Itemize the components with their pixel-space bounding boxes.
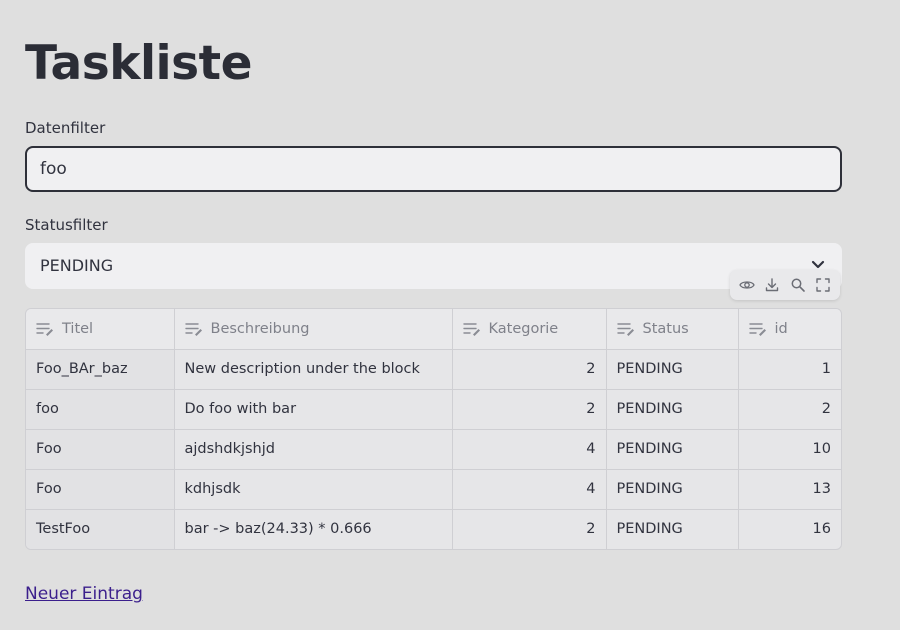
data-filter-label: Datenfilter	[25, 119, 106, 137]
download-button[interactable]	[761, 274, 783, 296]
cell-titel[interactable]: Foo_BAr_baz	[26, 349, 175, 390]
cell-beschreibung[interactable]: ajdshdkjshjd	[174, 429, 453, 470]
column-header-label: Kategorie	[488, 320, 559, 337]
search-button[interactable]	[787, 274, 809, 296]
cell-status[interactable]: PENDING	[606, 349, 739, 390]
text-column-icon	[36, 323, 53, 336]
cell-beschreibung[interactable]: kdhjsdk	[174, 469, 453, 510]
column-header-kategorie[interactable]: Kategorie	[452, 309, 607, 350]
cell-titel[interactable]: TestFoo	[26, 509, 175, 549]
cell-id[interactable]: 13	[738, 469, 841, 510]
cell-status[interactable]: PENDING	[606, 389, 739, 430]
eye-icon	[739, 281, 755, 289]
cell-id[interactable]: 10	[738, 429, 841, 470]
cell-id[interactable]: 2	[738, 389, 841, 430]
status-filter-label: Statusfilter	[25, 216, 108, 234]
task-table[interactable]: Titel Beschreibung Kategorie Status id F…	[25, 308, 842, 550]
status-filter-value: PENDING	[40, 256, 114, 275]
fullscreen-icon	[816, 278, 830, 292]
cell-kategorie[interactable]: 4	[452, 469, 607, 510]
column-header-label: id	[774, 320, 788, 337]
table-row[interactable]: Foo_BAr_baz New description under the bl…	[26, 349, 841, 390]
column-header-label: Beschreibung	[210, 320, 310, 337]
table-row[interactable]: TestFoo bar -> baz(24.33) * 0.666 2 PEND…	[26, 509, 841, 549]
eye-button[interactable]	[736, 274, 758, 296]
column-header-titel[interactable]: Titel	[26, 309, 175, 350]
table-row[interactable]: Foo kdhjsdk 4 PENDING 13	[26, 469, 841, 510]
cell-titel[interactable]: Foo	[26, 469, 175, 510]
data-filter-input[interactable]	[27, 148, 813, 190]
text-column-icon	[748, 323, 766, 336]
text-column-icon	[462, 323, 480, 336]
cell-status[interactable]: PENDING	[606, 429, 739, 470]
download-icon	[766, 278, 779, 292]
column-header-label: Status	[642, 320, 689, 337]
cell-titel[interactable]: Foo	[26, 429, 175, 470]
column-header-id[interactable]: id	[738, 309, 841, 350]
cell-beschreibung[interactable]: New description under the block	[174, 349, 453, 390]
data-filter-field[interactable]	[25, 146, 842, 192]
text-column-icon	[184, 323, 202, 336]
cell-beschreibung[interactable]: Do foo with bar	[174, 389, 453, 430]
page-title: Taskliste	[25, 36, 253, 91]
table-row[interactable]: Foo ajdshdkjshjd 4 PENDING 10	[26, 429, 841, 470]
status-filter-select[interactable]: PENDING	[25, 243, 842, 289]
table-header-row: Titel Beschreibung Kategorie Status id	[26, 309, 841, 350]
text-column-icon	[616, 323, 634, 336]
cell-beschreibung[interactable]: bar -> baz(24.33) * 0.666	[174, 509, 453, 549]
column-header-status[interactable]: Status	[606, 309, 739, 350]
table-row[interactable]: foo Do foo with bar 2 PENDING 2	[26, 389, 841, 430]
cell-status[interactable]: PENDING	[606, 469, 739, 510]
search-icon	[791, 278, 805, 292]
cell-titel[interactable]: foo	[26, 389, 175, 430]
table-toolbar	[730, 270, 840, 300]
new-entry-link[interactable]: Neuer Eintrag	[25, 584, 143, 604]
column-header-label: Titel	[62, 320, 94, 337]
cell-id[interactable]: 1	[738, 349, 841, 390]
cell-status[interactable]: PENDING	[606, 509, 739, 549]
cell-id[interactable]: 16	[738, 509, 841, 549]
column-header-beschreibung[interactable]: Beschreibung	[174, 309, 453, 350]
fullscreen-button[interactable]	[812, 274, 834, 296]
cell-kategorie[interactable]: 2	[452, 349, 607, 390]
cell-kategorie[interactable]: 4	[452, 429, 607, 470]
cell-kategorie[interactable]: 2	[452, 509, 607, 549]
cell-kategorie[interactable]: 2	[452, 389, 607, 430]
